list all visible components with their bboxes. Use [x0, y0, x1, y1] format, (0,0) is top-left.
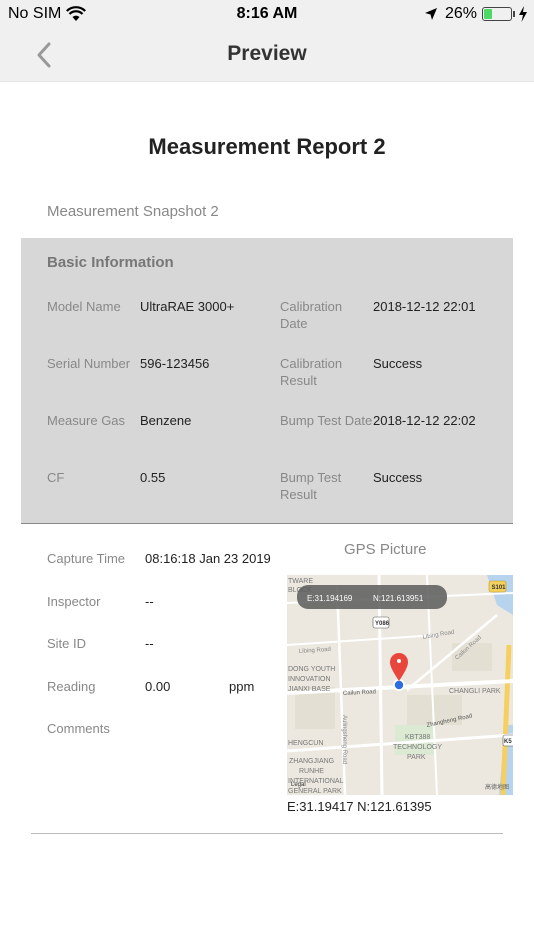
bump-test-date-value: 2018-12-12 22:02 — [373, 413, 476, 428]
map-label-zhangjiang: ZHANGJIANG — [289, 758, 334, 765]
map-overlay-e: E:31.194169 — [307, 594, 353, 603]
battery-tip — [513, 11, 515, 17]
bump-test-result-value: Success — [373, 470, 423, 485]
site-id-value: -- — [145, 636, 154, 651]
calibration-result-label-line1: Calibration — [280, 356, 343, 371]
snapshot-title: Measurement Snapshot 2 — [47, 203, 219, 220]
calibration-result-label-line2: Result — [280, 373, 317, 388]
measure-gas-value: Benzene — [140, 413, 192, 428]
map-brand-label: 高德地图 — [485, 783, 509, 791]
basic-information-title: Basic Information — [47, 254, 174, 271]
cf-value: 0.55 — [140, 470, 166, 485]
cf-label: CF — [47, 470, 65, 485]
gps-map-image[interactable]: TWARE BLOCK S101 Y086 Libing Road Libing… — [287, 575, 513, 795]
reading-value: 0.00 — [145, 679, 171, 694]
battery-icon — [482, 7, 512, 21]
map-label-softwareblock-1: TWARE — [288, 578, 313, 585]
basic-information-section: Basic Information Model Name UltraRAE 30… — [21, 238, 513, 524]
calibration-date-label-line2: Date — [280, 316, 308, 331]
map-overlay-n: N:121.613951 — [373, 594, 424, 603]
map-label-hengcun: HENGCUN — [288, 740, 323, 747]
map-label-y086: Y086 — [375, 621, 390, 627]
map-label-runhe: RUNHE — [299, 768, 324, 775]
map-label-dong-youth-1: DONG YOUTH — [288, 666, 335, 673]
gps-coordinates: E:31.19417 N:121.61395 — [287, 799, 432, 814]
charging-bolt-icon — [519, 6, 527, 22]
bump-test-date-label: Bump Test Date — [280, 413, 373, 428]
model-name-label: Model Name — [47, 299, 121, 314]
inspector-label: Inspector — [47, 594, 101, 609]
bump-test-result-label-line1: Bump Test — [280, 470, 342, 485]
calibration-result-value: Success — [373, 356, 423, 371]
map-label-k5: K5 — [504, 739, 512, 745]
model-name-value: UltraRAE 3000+ — [140, 299, 235, 314]
calibration-date-label-line1: Calibration — [280, 299, 343, 314]
site-id-label: Site ID — [47, 636, 87, 651]
navigation-bar: Preview — [0, 28, 534, 82]
location-arrow-icon — [425, 8, 437, 20]
calibration-date-value: 2018-12-12 22:01 — [373, 299, 476, 314]
gps-picture-title: GPS Picture — [344, 541, 427, 558]
map-label-dong-youth-3: JIANXI BASE — [288, 686, 331, 693]
bump-test-result-label: Bump Test Result — [280, 469, 341, 503]
map-label-changli-park: CHANGLI PARK — [449, 688, 501, 695]
calibration-date-label: Calibration Date — [280, 298, 342, 332]
capture-time-value: 08:16:18 Jan 23 2019 — [145, 551, 271, 566]
capture-time-label: Capture Time — [47, 551, 126, 566]
bump-test-result-label-line2: Result — [280, 487, 317, 502]
map-label-dong-youth-2: INNOVATION — [288, 676, 331, 683]
serial-number-value: 596-123456 — [140, 356, 210, 371]
reading-label: Reading — [47, 679, 96, 694]
section-divider — [31, 833, 503, 834]
report-title: Measurement Report 2 — [148, 134, 386, 159]
user-location-dot-icon — [394, 680, 404, 690]
map-label-general-park: GENERAL PARK — [288, 788, 342, 795]
reading-unit: ppm — [229, 679, 255, 694]
map-label-aulingsheng-road: Aulingsheng Road — [341, 715, 347, 764]
measure-gas-label: Measure Gas — [47, 413, 126, 428]
serial-number-label: Serial Number — [47, 356, 131, 371]
calibration-result-label: Calibration Result — [280, 355, 342, 389]
map-label-kbt388: KBT388 — [405, 734, 430, 741]
map-legal-link[interactable]: Legal — [291, 782, 306, 788]
comments-label: Comments — [47, 721, 110, 736]
map-label-park: PARK — [407, 754, 426, 761]
map-label-technology: TECHNOLOGY — [393, 744, 442, 751]
map-label-s101: S101 — [492, 585, 507, 591]
inspector-value: -- — [145, 594, 154, 609]
battery-percentage: 26% — [445, 5, 478, 22]
status-bar: No SIM 8:16 AM 26% — [0, 0, 534, 28]
nav-title: Preview — [227, 42, 307, 65]
